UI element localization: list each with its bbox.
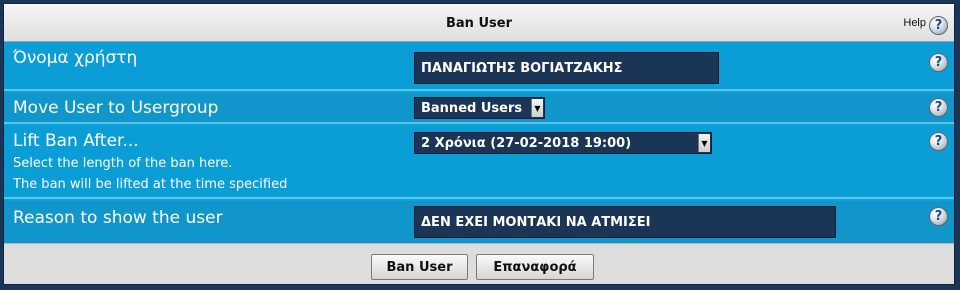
panel-header: Ban User Help ? bbox=[4, 4, 954, 42]
usergroup-selected-value: Banned Users bbox=[421, 100, 523, 116]
usergroup-label: Move User to Usergroup bbox=[13, 98, 219, 118]
lift-ban-select[interactable]: 2 Χρόνια (27-02-2018 19:00) ▼ bbox=[414, 132, 712, 154]
reset-button[interactable]: Επαναφορά bbox=[476, 254, 594, 280]
lift-ban-label: Lift Ban After... bbox=[13, 131, 139, 151]
row-usergroup: Move User to Usergroup Banned Users ▼ ? bbox=[4, 93, 954, 124]
lift-ban-help-icon[interactable]: ? bbox=[929, 132, 948, 151]
lift-ban-selected-value: 2 Χρόνια (27-02-2018 19:00) bbox=[421, 135, 632, 151]
row-lift-ban: Lift Ban After... 2 Χρόνια (27-02-2018 1… bbox=[4, 126, 954, 199]
help-label: Help bbox=[903, 17, 926, 29]
row-username: Όνομα χρήστη ΠΑΝΑΓΙΩΤΗΣ ΒΟΓΙΑΤΖΑΚΗΣ ? bbox=[4, 42, 954, 91]
usergroup-help-icon[interactable]: ? bbox=[929, 98, 948, 117]
chevron-down-icon[interactable]: ▼ bbox=[698, 134, 710, 152]
help-question-icon[interactable]: ? bbox=[929, 15, 948, 35]
form-footer: Ban User Επαναφορά bbox=[4, 243, 954, 284]
username-field[interactable]: ΠΑΝΑΓΙΩΤΗΣ ΒΟΓΙΑΤΖΑΚΗΣ bbox=[414, 52, 719, 84]
username-help-icon[interactable]: ? bbox=[929, 53, 948, 72]
page-title: Ban User bbox=[446, 16, 512, 31]
reason-field[interactable]: ΔΕΝ ΕΧΕΙ ΜΟΝΤΑΚΙ ΝΑ ΑΤΜΙΣΕΙ bbox=[414, 206, 836, 238]
ban-user-button[interactable]: Ban User bbox=[371, 254, 468, 280]
usergroup-select[interactable]: Banned Users ▼ bbox=[414, 97, 545, 119]
reason-help-icon[interactable]: ? bbox=[929, 207, 948, 226]
lift-ban-description-2: The ban will be lifted at the time speci… bbox=[13, 177, 288, 192]
username-label: Όνομα χρήστη bbox=[13, 48, 138, 68]
lift-ban-description-1: Select the length of the ban here. bbox=[13, 156, 233, 171]
chevron-down-icon[interactable]: ▼ bbox=[531, 99, 543, 117]
ban-user-panel: Ban User Help ? Όνομα χρήστη ΠΑΝΑΓΙΩΤΗΣ … bbox=[3, 3, 955, 285]
reason-label: Reason to show the user bbox=[13, 208, 223, 228]
row-reason: Reason to show the user ΔΕΝ ΕΧΕΙ ΜΟΝΤΑΚΙ… bbox=[4, 201, 954, 243]
help-link[interactable]: Help ? bbox=[903, 14, 948, 36]
